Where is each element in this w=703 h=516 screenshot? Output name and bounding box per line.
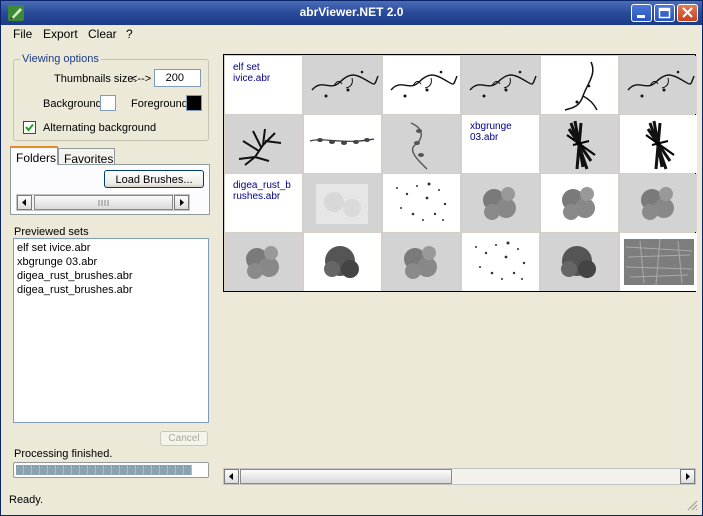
rust-speckle-brush-icon bbox=[475, 241, 526, 280]
brush-thumbnail[interactable] bbox=[304, 233, 381, 291]
brush-thumbnail[interactable] bbox=[462, 174, 539, 232]
size-arrows-label: <--> bbox=[131, 73, 152, 85]
brush-thumbnail-grid: elf set ivice.abr xbgrunge 03.abr digea_ru… bbox=[223, 54, 697, 292]
list-item[interactable]: xbgrunge 03.abr bbox=[14, 255, 208, 269]
rust-blot-brush-icon bbox=[483, 187, 516, 220]
scroll-right-arrow-icon[interactable] bbox=[174, 195, 189, 210]
brush-thumbnail[interactable] bbox=[304, 174, 381, 232]
vine-swirl-brush-icon bbox=[390, 70, 458, 98]
brush-thumbnail[interactable] bbox=[541, 233, 618, 291]
foreground-color-swatch[interactable] bbox=[186, 95, 202, 111]
folders-tab-panel: Load Brushes... bbox=[10, 164, 210, 215]
brush-set-name: elf set ivice.abr bbox=[233, 62, 271, 84]
brush-set-name: digea_rust_b rushes.abr bbox=[233, 180, 291, 202]
thumbnails-size-label: Thumbnails size: bbox=[54, 73, 137, 85]
leaf-curl-brush-icon bbox=[410, 122, 428, 170]
brush-thumbnail[interactable] bbox=[383, 233, 460, 291]
scrollbar-thumb[interactable] bbox=[34, 195, 173, 210]
background-label: Background: bbox=[43, 98, 105, 110]
brush-thumbnail[interactable] bbox=[541, 56, 618, 114]
app-window: abrViewer.NET 2.0 File Export Clear ? Vi… bbox=[0, 0, 703, 516]
brush-thumbnail[interactable] bbox=[383, 56, 460, 114]
brush-thumbnail[interactable] bbox=[304, 56, 381, 114]
leaf-vine-brush-icon bbox=[309, 138, 375, 145]
thumbnail-size-value: 200 bbox=[165, 72, 184, 84]
brush-thumbnail[interactable] bbox=[620, 174, 697, 232]
brush-thumbnail[interactable] bbox=[383, 115, 460, 173]
grunge-scratch-brush-icon bbox=[566, 120, 596, 170]
grid-horizontal-scrollbar[interactable] bbox=[223, 468, 696, 485]
status-bar-text: Ready. bbox=[9, 494, 44, 506]
rust-speckle-brush-icon bbox=[396, 182, 447, 221]
branch-brush-icon bbox=[238, 128, 282, 166]
previewed-sets-label: Previewed sets bbox=[14, 226, 89, 238]
brush-set-label-cell[interactable]: elf set ivice.abr bbox=[225, 56, 302, 114]
folders-horizontal-scrollbar[interactable] bbox=[16, 194, 190, 211]
brush-thumbnail[interactable] bbox=[620, 115, 697, 173]
rust-blot-brush-icon bbox=[246, 246, 279, 279]
vine-swirl-brush-icon bbox=[627, 70, 695, 98]
processing-progress-bar bbox=[13, 462, 209, 478]
rust-faint-brush-icon bbox=[316, 184, 368, 224]
close-button[interactable] bbox=[677, 4, 698, 22]
menu-file[interactable]: File bbox=[13, 27, 32, 41]
alternating-background-checkbox[interactable] bbox=[23, 121, 36, 134]
menu-help[interactable]: ? bbox=[126, 27, 133, 41]
maximize-button[interactable] bbox=[654, 4, 675, 22]
tab-favorites[interactable]: Favorites bbox=[58, 148, 115, 166]
cancel-button[interactable]: Cancel bbox=[160, 431, 208, 446]
list-item[interactable]: elf set ivice.abr bbox=[14, 241, 208, 255]
thumbnail-size-input[interactable]: 200 bbox=[154, 69, 201, 87]
rust-texture-brush-icon bbox=[624, 238, 694, 286]
rust-dark-brush-icon bbox=[561, 246, 596, 278]
brush-thumbnail[interactable] bbox=[620, 233, 697, 291]
brush-thumbnail[interactable] bbox=[225, 233, 302, 291]
previewed-sets-list[interactable]: elf set ivice.abr xbgrunge 03.abr digea_… bbox=[13, 238, 209, 423]
menu-bar: File Export Clear ? bbox=[1, 25, 702, 43]
foreground-label: Foreground: bbox=[131, 98, 191, 110]
window-title: abrViewer.NET 2.0 bbox=[299, 5, 404, 19]
scroll-right-arrow-icon[interactable] bbox=[680, 469, 695, 484]
grunge-scratch-brush-icon bbox=[645, 120, 675, 170]
brush-thumbnail[interactable] bbox=[462, 233, 539, 291]
brush-thumbnail[interactable] bbox=[620, 56, 697, 114]
viewing-options-group: Viewing options Thumbnails size: <--> 20… bbox=[13, 53, 209, 141]
title-bar[interactable]: abrViewer.NET 2.0 bbox=[1, 1, 702, 25]
menu-export[interactable]: Export bbox=[43, 27, 78, 41]
brush-thumbnail[interactable] bbox=[225, 115, 302, 173]
alternating-background-label: Alternating background bbox=[43, 122, 157, 134]
brush-set-name: xbgrunge 03.abr bbox=[470, 121, 512, 143]
load-brushes-button[interactable]: Load Brushes... bbox=[104, 170, 204, 188]
brush-thumbnail[interactable] bbox=[383, 174, 460, 232]
list-item[interactable]: digea_rust_brushes.abr bbox=[14, 269, 208, 283]
vine-swirl-brush-icon bbox=[311, 70, 379, 98]
grid-scrollbar-thumb[interactable] bbox=[240, 469, 452, 484]
checkmark-icon bbox=[25, 123, 34, 132]
rust-blot-brush-icon bbox=[562, 187, 595, 220]
rust-blot-brush-icon bbox=[641, 187, 674, 220]
rust-dark-brush-icon bbox=[324, 246, 359, 278]
menu-clear[interactable]: Clear bbox=[88, 27, 117, 41]
background-color-swatch[interactable] bbox=[100, 95, 116, 111]
rust-blot-brush-icon bbox=[404, 246, 437, 279]
processing-status-label: Processing finished. bbox=[14, 448, 113, 460]
brush-thumbnail[interactable] bbox=[541, 115, 618, 173]
vine-curl-brush-icon bbox=[564, 61, 598, 111]
resize-grip-icon[interactable] bbox=[686, 499, 698, 511]
progress-fill bbox=[16, 465, 193, 475]
vine-swirl-brush-icon bbox=[469, 70, 537, 98]
scroll-left-arrow-icon[interactable] bbox=[224, 469, 239, 484]
scroll-left-arrow-icon[interactable] bbox=[17, 195, 32, 210]
tab-folders[interactable]: Folders bbox=[10, 146, 58, 165]
brush-thumbnail[interactable] bbox=[304, 115, 381, 173]
brush-set-label-cell[interactable]: xbgrunge 03.abr bbox=[462, 115, 539, 173]
viewing-options-legend: Viewing options bbox=[20, 53, 101, 65]
brush-thumbnail[interactable] bbox=[462, 56, 539, 114]
list-item[interactable]: digea_rust_brushes.abr bbox=[14, 283, 208, 297]
brush-set-label-cell[interactable]: digea_rust_b rushes.abr bbox=[225, 174, 302, 232]
minimize-button[interactable] bbox=[631, 4, 652, 22]
brush-thumbnail[interactable] bbox=[541, 174, 618, 232]
